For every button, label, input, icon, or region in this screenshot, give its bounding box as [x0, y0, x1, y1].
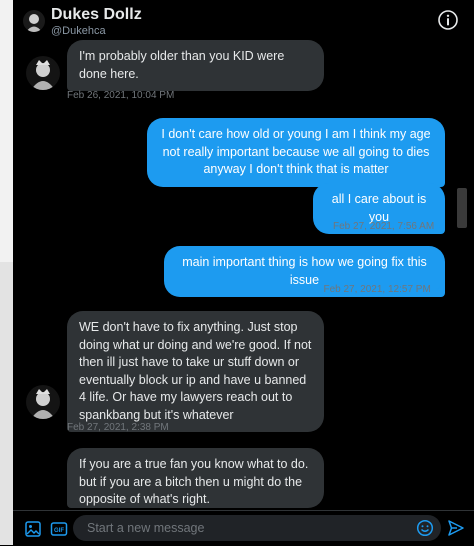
conversation-panel: Dukes Dollz @Dukehca I'm probably older …	[13, 0, 474, 546]
sender-avatar[interactable]	[26, 385, 60, 419]
header-avatar[interactable]	[23, 10, 45, 32]
scrollbar-thumb[interactable]	[457, 188, 467, 228]
message-input[interactable]	[73, 515, 441, 541]
message-bubble-outgoing[interactable]: I don't care how old or young I am I thi…	[147, 118, 445, 187]
message-timestamp-row: Feb 27, 2021, 7:56 AM ✓	[333, 219, 447, 232]
sender-avatar[interactable]	[26, 56, 60, 90]
message-timestamp: Feb 27, 2021, 12:57 PM	[323, 284, 431, 295]
checkmark-icon: ✓	[433, 283, 443, 295]
message-text: I'm probably older than you KID were don…	[79, 49, 285, 81]
checkmark-icon: ✓	[437, 220, 447, 232]
message-timestamp: Feb 27, 2021, 7:56 AM	[333, 221, 435, 232]
message-timestamp: Feb 27, 2021, 2:38 PM	[67, 422, 169, 433]
message-composer: GIF	[13, 510, 474, 546]
gif-icon[interactable]: GIF	[50, 520, 68, 538]
message-timestamp-row: Feb 27, 2021, 12:57 PM ✓	[303, 282, 443, 295]
message-timestamp: Feb 26, 2021, 10:04 PM	[67, 90, 175, 101]
conversation-scrollbar[interactable]	[455, 48, 469, 504]
message-text: If you are a true fan you know what to d…	[79, 457, 309, 506]
image-icon[interactable]	[24, 520, 42, 538]
contact-name[interactable]: Dukes Dollz	[51, 6, 142, 24]
svg-text:GIF: GIF	[54, 528, 64, 534]
info-icon[interactable]	[437, 9, 459, 31]
contact-handle[interactable]: @Dukehca	[51, 25, 106, 37]
emoji-icon[interactable]	[416, 519, 434, 537]
message-text: I don't care how old or young I am I thi…	[161, 127, 431, 176]
left-window-strip-lower	[0, 262, 13, 545]
conversation-header: Dukes Dollz @Dukehca	[13, 0, 474, 42]
message-bubble-incoming[interactable]: WE don't have to fix anything. Just stop…	[67, 311, 324, 432]
message-text: WE don't have to fix anything. Just stop…	[79, 320, 312, 422]
message-bubble-incoming[interactable]: I'm probably older than you KID were don…	[67, 40, 324, 91]
send-icon[interactable]	[447, 519, 465, 537]
message-bubble-incoming[interactable]: If you are a true fan you know what to d…	[67, 448, 324, 508]
